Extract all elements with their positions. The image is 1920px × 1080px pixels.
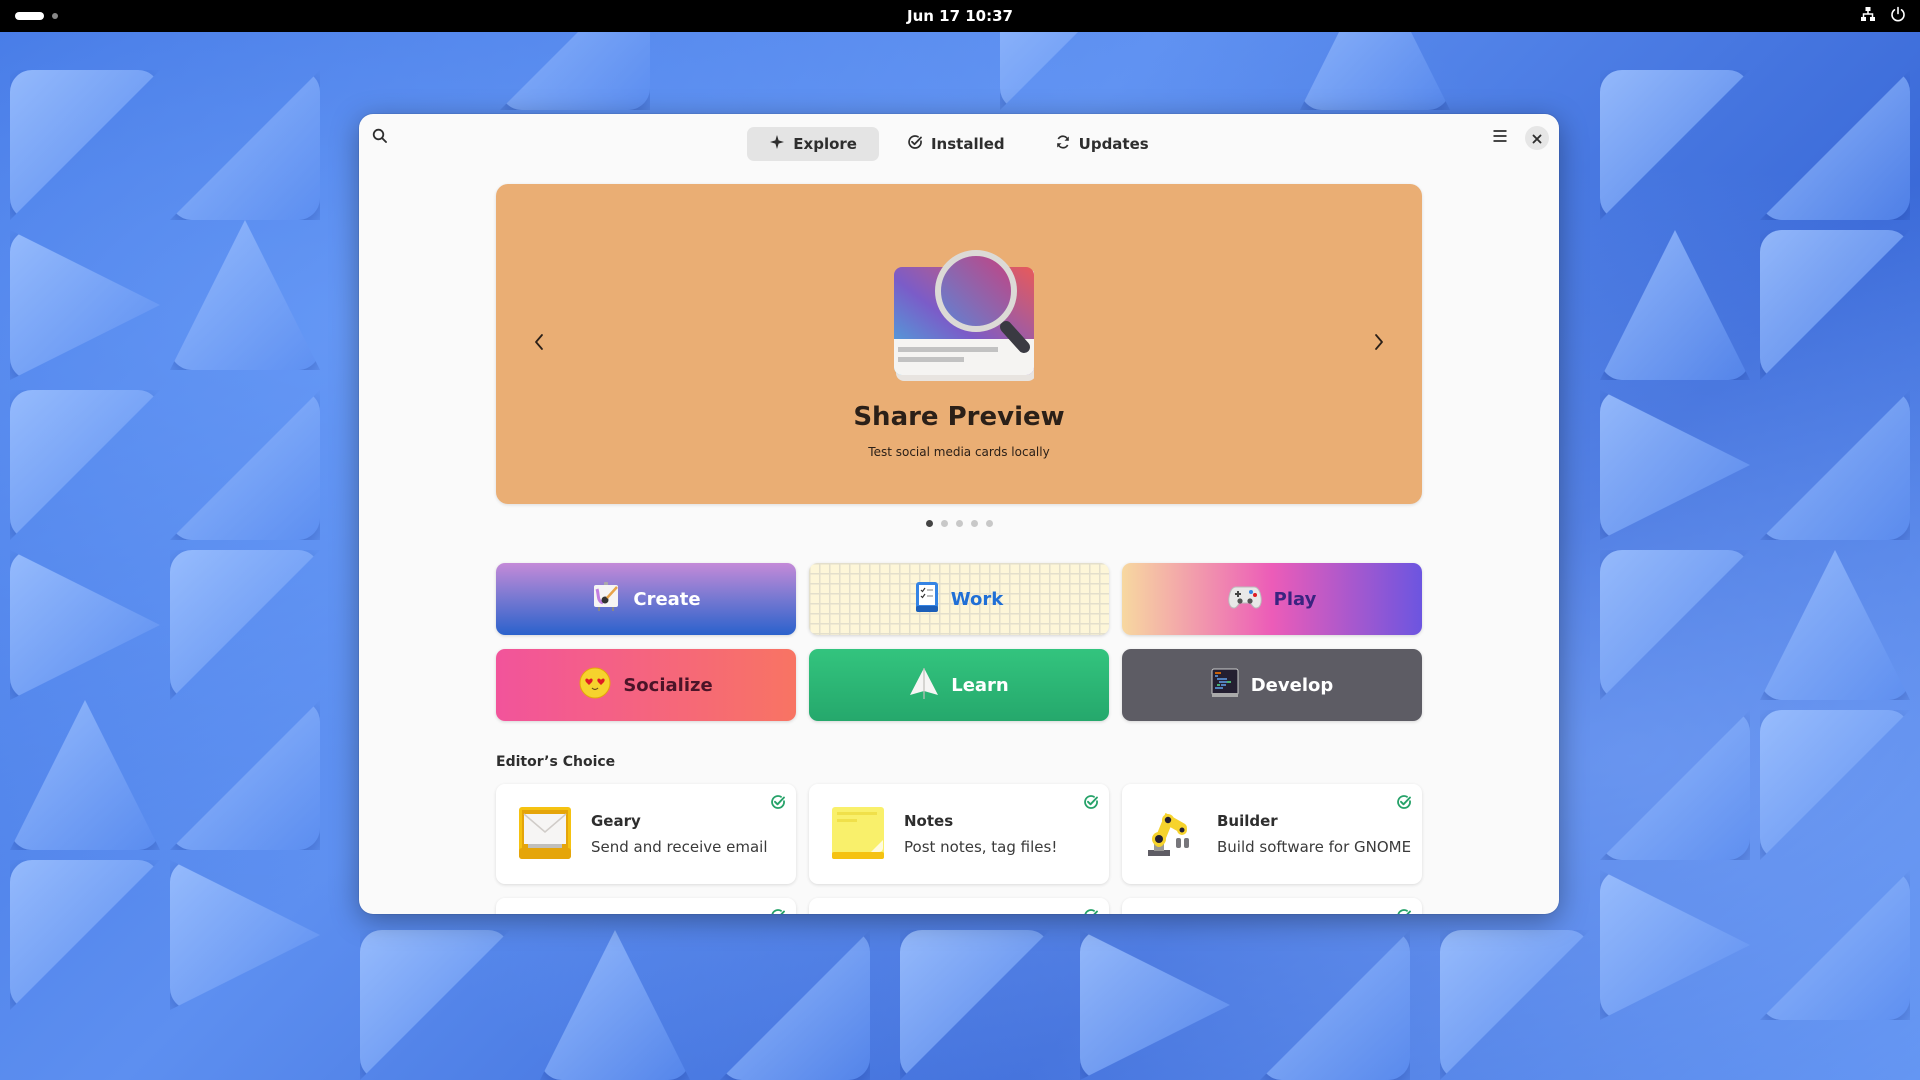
explore-sparkle-icon bbox=[769, 134, 785, 154]
app-card-partial[interactable] bbox=[496, 898, 796, 914]
category-socialize-label: Socialize bbox=[623, 674, 713, 696]
category-develop-button[interactable]: Develop bbox=[1122, 649, 1422, 721]
share-preview-app-icon bbox=[888, 249, 1036, 389]
chevron-right-icon bbox=[1373, 333, 1385, 355]
top-bar: Jun 17 10:37 bbox=[0, 0, 1920, 32]
app-card-partial[interactable] bbox=[809, 898, 1109, 914]
category-learn-label: Learn bbox=[951, 674, 1009, 696]
check-circle-icon bbox=[907, 134, 923, 154]
view-switcher: Explore Installed Updates bbox=[747, 127, 1170, 161]
category-play-button[interactable]: Play bbox=[1122, 563, 1422, 635]
paper-plane-icon bbox=[909, 667, 939, 704]
category-develop-label: Develop bbox=[1250, 674, 1334, 696]
network-wired-icon[interactable] bbox=[1860, 6, 1876, 22]
app-name: Notes bbox=[904, 812, 954, 830]
search-button[interactable] bbox=[363, 121, 397, 155]
app-description: Send and receive email bbox=[591, 838, 768, 856]
tab-updates[interactable]: Updates bbox=[1033, 127, 1171, 161]
tab-installed-label: Installed bbox=[930, 135, 1005, 153]
software-window: Explore Installed Updates Share Preview … bbox=[359, 114, 1559, 914]
category-work-button[interactable]: Work bbox=[809, 563, 1109, 635]
tab-installed[interactable]: Installed bbox=[885, 127, 1027, 161]
category-play-label: Play bbox=[1273, 588, 1317, 610]
carousel-dot[interactable] bbox=[985, 520, 993, 527]
close-button[interactable] bbox=[1525, 126, 1549, 150]
code-terminal-icon bbox=[1211, 668, 1239, 703]
checklist-tray-icon bbox=[915, 581, 939, 618]
editors-choice-heading: Editor’s Choice bbox=[496, 754, 616, 770]
tab-updates-label: Updates bbox=[1078, 135, 1149, 153]
carousel-page-indicator bbox=[359, 520, 1559, 527]
carousel-dot[interactable] bbox=[970, 520, 978, 527]
robot-arm-icon bbox=[1144, 806, 1198, 860]
clock[interactable]: Jun 17 10:37 bbox=[0, 7, 1920, 25]
header-bar: Explore Installed Updates bbox=[359, 114, 1559, 161]
search-icon bbox=[372, 128, 388, 148]
category-socialize-button[interactable]: Socialize bbox=[496, 649, 796, 721]
installed-check-icon bbox=[770, 908, 786, 914]
editors-choice-grid: Geary Send and receive email Notes Post … bbox=[496, 784, 1422, 914]
carousel-dot[interactable] bbox=[925, 520, 933, 527]
featured-app-subtitle: Test social media cards locally bbox=[868, 445, 1050, 459]
app-card-partial[interactable] bbox=[1122, 898, 1422, 914]
category-grid: Create Work Play Socialize Learn Develop bbox=[496, 563, 1422, 721]
carousel-previous-button[interactable] bbox=[519, 324, 559, 364]
featured-app-title: Share Preview bbox=[853, 402, 1065, 432]
main-menu-button[interactable] bbox=[1483, 121, 1517, 155]
tab-explore[interactable]: Explore bbox=[747, 127, 879, 161]
app-card-builder[interactable]: Builder Build software for GNOME bbox=[1122, 784, 1422, 884]
easel-paintbrush-icon bbox=[591, 581, 621, 618]
carousel-dot[interactable] bbox=[955, 520, 963, 527]
installed-check-icon bbox=[1083, 908, 1099, 914]
system-tray[interactable] bbox=[1860, 6, 1906, 22]
hamburger-menu-icon bbox=[1492, 128, 1508, 148]
close-icon bbox=[1532, 129, 1542, 148]
gamepad-icon bbox=[1227, 584, 1262, 615]
tab-explore-label: Explore bbox=[793, 135, 857, 153]
sticky-note-icon bbox=[831, 806, 885, 860]
featured-carousel[interactable]: Share Preview Test social media cards lo… bbox=[496, 184, 1422, 504]
app-description: Build software for GNOME bbox=[1217, 838, 1412, 856]
carousel-next-button[interactable] bbox=[1359, 324, 1399, 364]
app-name: Builder bbox=[1217, 812, 1278, 830]
installed-check-icon bbox=[1396, 908, 1412, 914]
installed-check-icon bbox=[1396, 794, 1412, 814]
app-card-geary[interactable]: Geary Send and receive email bbox=[496, 784, 796, 884]
chevron-left-icon bbox=[533, 333, 545, 355]
category-learn-button[interactable]: Learn bbox=[809, 649, 1109, 721]
carousel-dot[interactable] bbox=[940, 520, 948, 527]
app-description: Post notes, tag files! bbox=[904, 838, 1058, 856]
category-create-label: Create bbox=[633, 588, 701, 610]
app-name: Geary bbox=[591, 812, 641, 830]
refresh-icon bbox=[1055, 134, 1071, 154]
app-card-notes[interactable]: Notes Post notes, tag files! bbox=[809, 784, 1109, 884]
category-create-button[interactable]: Create bbox=[496, 563, 796, 635]
installed-check-icon bbox=[770, 794, 786, 814]
power-icon[interactable] bbox=[1890, 6, 1906, 22]
category-work-label: Work bbox=[950, 588, 1004, 610]
heart-eyes-emoji-icon bbox=[579, 667, 611, 704]
mail-tray-icon bbox=[518, 806, 572, 860]
installed-check-icon bbox=[1083, 794, 1099, 814]
